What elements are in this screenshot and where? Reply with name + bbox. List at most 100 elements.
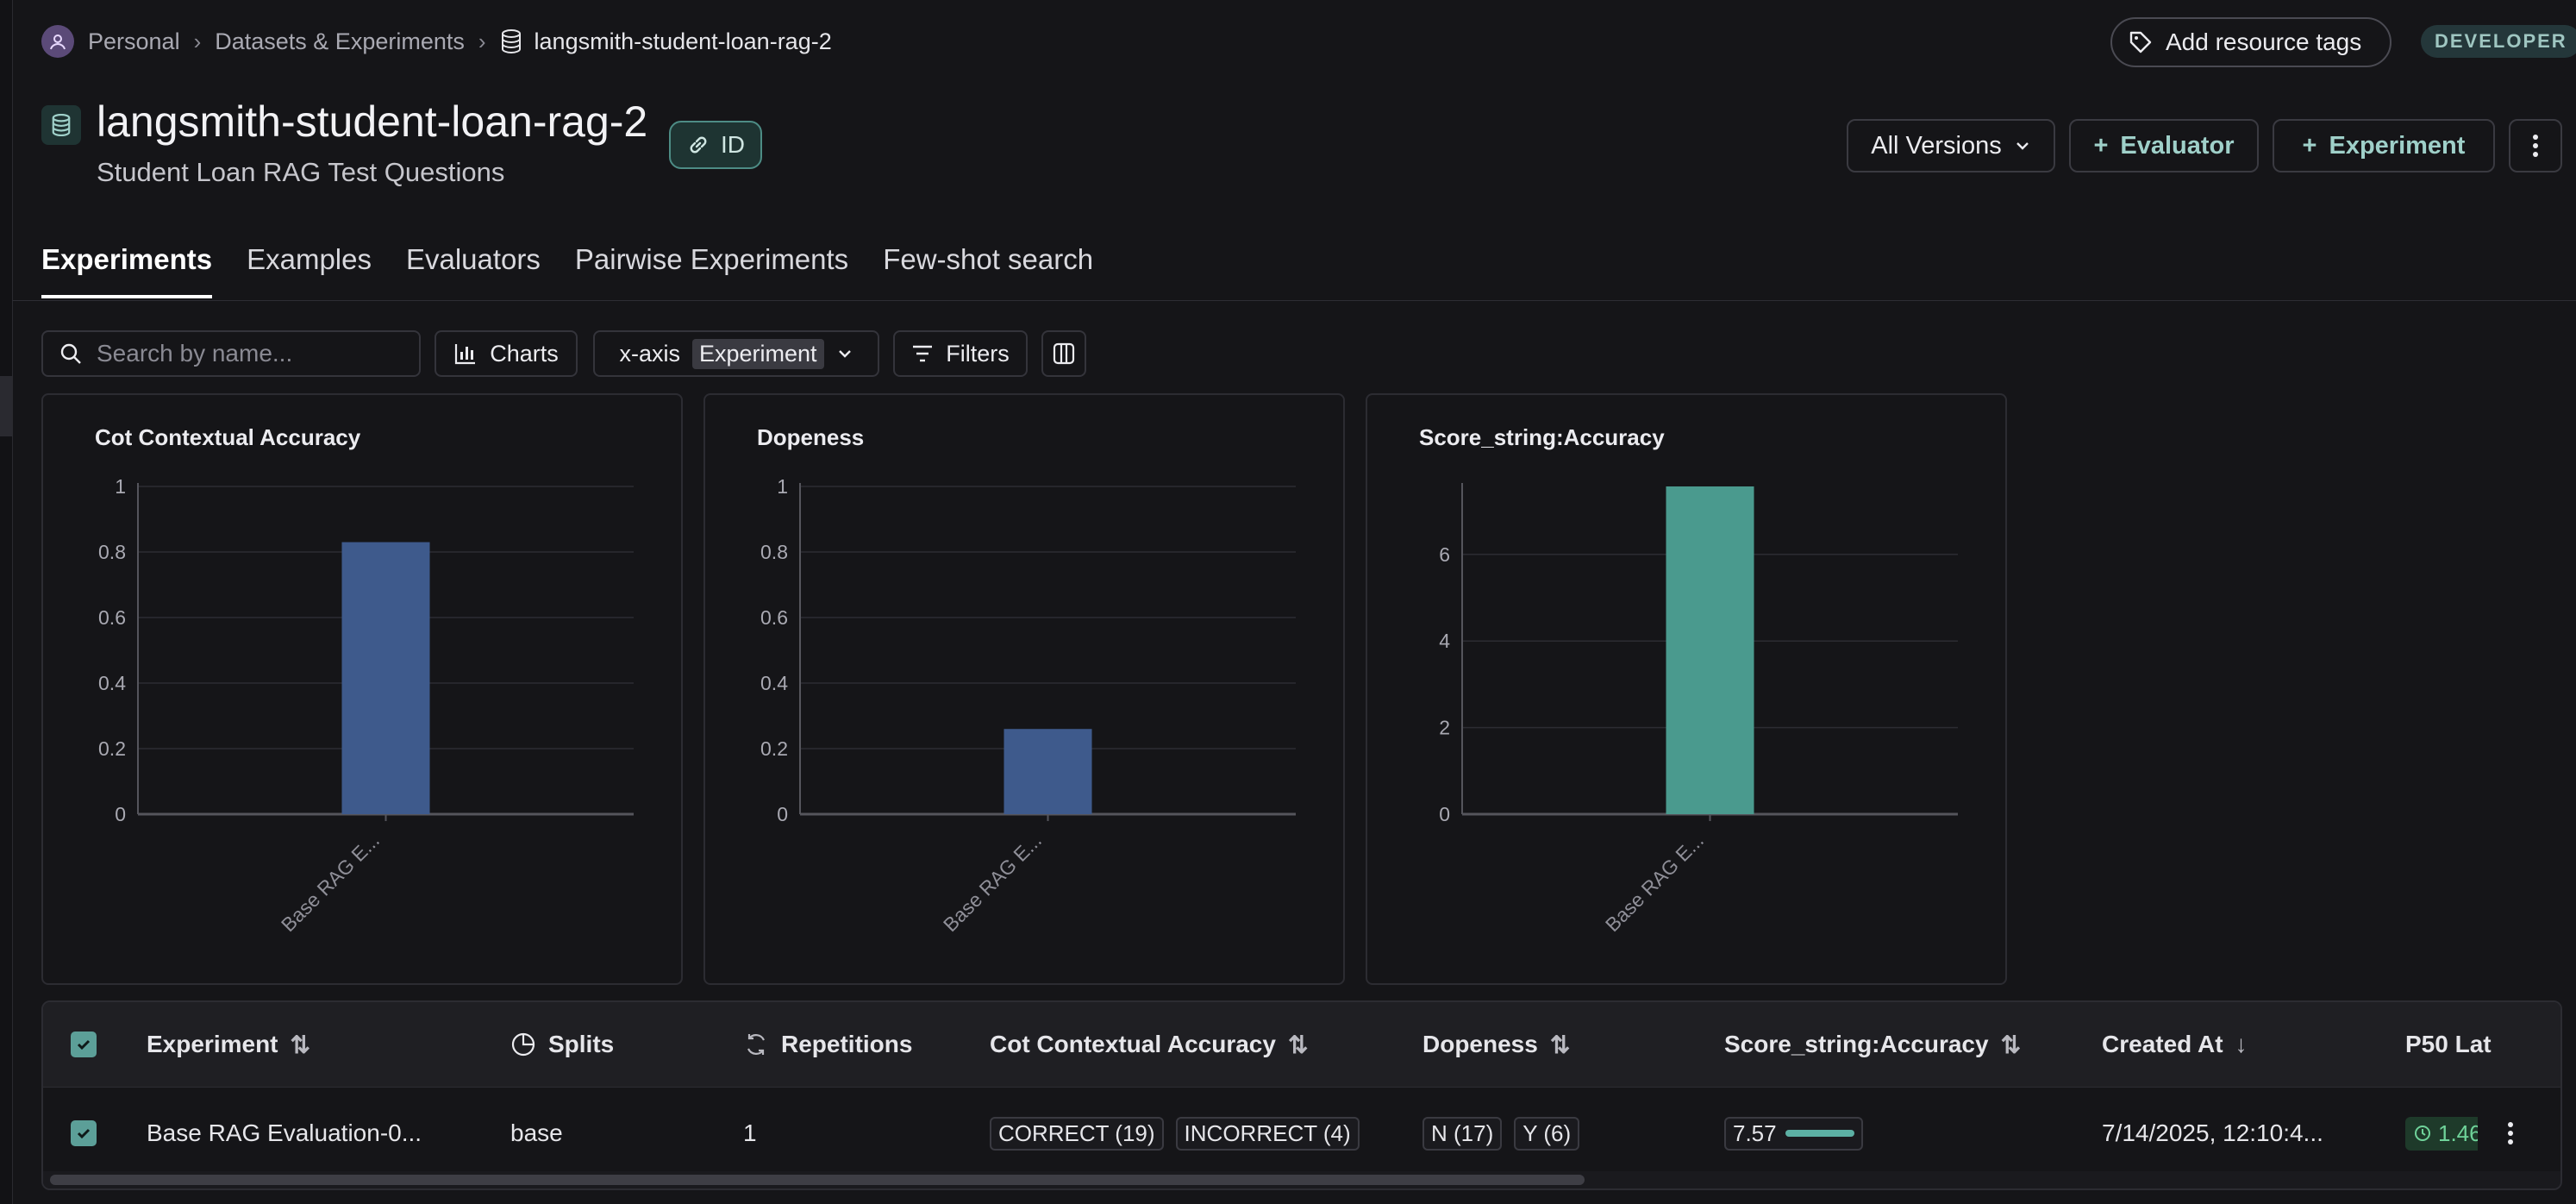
latency-badge: 1.46s bbox=[2405, 1116, 2478, 1151]
column-header-score-string-accuracy[interactable]: Score_string:Accuracy ⇅ bbox=[1724, 1002, 2021, 1087]
y-tick-label: 0.6 bbox=[760, 606, 788, 629]
more-vertical-icon bbox=[2533, 135, 2538, 157]
page-subtitle: Student Loan RAG Test Questions bbox=[97, 157, 505, 187]
cell-experiment-name[interactable]: Base RAG Evaluation-0... bbox=[147, 1087, 422, 1180]
sort-desc-icon: ↓ bbox=[2235, 1031, 2248, 1057]
tab-examples[interactable]: Examples bbox=[247, 243, 372, 298]
tab-bar: Experiments Examples Evaluators Pairwise… bbox=[41, 243, 1093, 298]
y-tick-label: 0.6 bbox=[98, 606, 126, 629]
tab-pairwise-experiments[interactable]: Pairwise Experiments bbox=[575, 243, 848, 298]
sort-icon: ⇅ bbox=[2000, 1031, 2022, 1058]
breadcrumb-current: langsmith-student-loan-rag-2 bbox=[500, 28, 832, 55]
y-tick-label: 0.8 bbox=[760, 541, 788, 563]
chevron-down-icon bbox=[2016, 142, 2029, 150]
column-header-repetitions[interactable]: Repetitions bbox=[743, 1002, 912, 1087]
tab-evaluators[interactable]: Evaluators bbox=[406, 243, 541, 298]
score-bar-fill bbox=[1785, 1130, 1854, 1137]
left-rail bbox=[0, 0, 13, 1204]
columns-button[interactable] bbox=[1041, 330, 1086, 377]
y-tick-label: 0.2 bbox=[98, 737, 126, 760]
y-tick-label: 0 bbox=[777, 803, 788, 825]
row-more-button[interactable] bbox=[2507, 1087, 2514, 1180]
y-tick-label: 6 bbox=[1439, 543, 1450, 566]
more-menu-button[interactable] bbox=[2509, 119, 2562, 172]
column-label: Score_string:Accuracy bbox=[1724, 1031, 1989, 1057]
column-header-cot-contextual-accuracy[interactable]: Cot Contextual Accuracy ⇅ bbox=[990, 1002, 1308, 1087]
select-all-checkbox[interactable] bbox=[71, 1002, 97, 1087]
copy-id-button[interactable]: ID bbox=[669, 121, 762, 169]
feedback-chip-incorrect[interactable]: INCORRECT (4) bbox=[1175, 1116, 1360, 1151]
chart-card-score-string-accuracy: Score_string:Accuracy 0 2 4 6 Base RAG E... bbox=[1366, 393, 2007, 985]
xaxis-select[interactable]: x-axis Experiment bbox=[593, 330, 879, 377]
sort-icon: ⇅ bbox=[290, 1031, 310, 1058]
filters-button[interactable]: Filters bbox=[893, 330, 1028, 377]
y-tick-label: 0.4 bbox=[98, 672, 126, 694]
columns-icon bbox=[1053, 342, 1075, 365]
filter-icon bbox=[913, 345, 933, 362]
chart-dopeness: 0 0.2 0.4 0.6 0.8 1 Base RAG E... bbox=[760, 475, 1296, 936]
bar-chart-icon bbox=[455, 344, 476, 365]
feedback-chip-y[interactable]: Y (6) bbox=[1514, 1116, 1580, 1151]
horizontal-scrollbar[interactable] bbox=[50, 1175, 1585, 1185]
row-checkbox[interactable] bbox=[71, 1087, 97, 1180]
versions-dropdown[interactable]: All Versions bbox=[1847, 119, 2055, 172]
tab-few-shot-search[interactable]: Few-shot search bbox=[883, 243, 1093, 298]
xaxis-label: x-axis bbox=[619, 340, 680, 367]
search-input[interactable]: Search by name... bbox=[41, 330, 421, 377]
experiments-table: Experiment ⇅ Splits Repetitions Cot Cont… bbox=[41, 1000, 2562, 1190]
evaluator-label: Evaluator bbox=[2120, 131, 2235, 160]
developer-badge: DEVELOPER bbox=[2421, 25, 2576, 58]
column-label: Dopeness bbox=[1422, 1031, 1538, 1057]
column-header-splits[interactable]: Splits bbox=[510, 1002, 614, 1087]
latency-value: 1.46s bbox=[2438, 1119, 2478, 1146]
search-placeholder: Search by name... bbox=[97, 340, 293, 367]
rail-handle[interactable] bbox=[0, 376, 12, 436]
chart-card-dopeness: Dopeness 0 0.2 0.4 0.6 0.8 1 Base RAG E... bbox=[703, 393, 1345, 985]
charts-toggle-button[interactable]: Charts bbox=[435, 330, 578, 377]
feedback-chip-n[interactable]: N (17) bbox=[1422, 1116, 1503, 1151]
bar bbox=[1666, 486, 1754, 814]
x-tick-label: Base RAG E... bbox=[939, 829, 1046, 936]
column-header-experiment[interactable]: Experiment ⇅ bbox=[147, 1002, 310, 1087]
sort-icon: ⇅ bbox=[1549, 1031, 1571, 1058]
search-icon bbox=[60, 343, 81, 364]
breadcrumb-section[interactable]: Datasets & Experiments bbox=[215, 28, 465, 55]
refresh-icon bbox=[747, 1034, 766, 1055]
cell-dopeness: N (17) Y (6) bbox=[1422, 1087, 1580, 1180]
y-tick-label: 1 bbox=[777, 475, 788, 498]
bar bbox=[341, 542, 430, 814]
cell-p50-latency: 1.46s bbox=[2405, 1087, 2478, 1180]
score-chip[interactable]: 7.57 bbox=[1724, 1116, 1863, 1151]
chart-cot-contextual-accuracy: 0 0.2 0.4 0.6 0.8 1 Base RAG E... bbox=[98, 475, 634, 936]
add-evaluator-button[interactable]: + Evaluator bbox=[2069, 119, 2259, 172]
column-label: Repetitions bbox=[781, 1031, 913, 1057]
cell-splits: base bbox=[510, 1119, 563, 1146]
column-label: Cot Contextual Accuracy bbox=[990, 1031, 1276, 1057]
chevron-right-icon: › bbox=[193, 28, 202, 54]
x-tick-label: Base RAG E... bbox=[1601, 829, 1708, 936]
plus-icon: + bbox=[2093, 131, 2109, 160]
score-value: 7.57 bbox=[1733, 1119, 1777, 1146]
tag-icon bbox=[2129, 31, 2152, 53]
score-bar bbox=[1785, 1130, 1854, 1137]
pie-chart-icon bbox=[511, 1032, 535, 1057]
y-tick-label: 0.4 bbox=[760, 672, 788, 694]
y-tick-label: 0 bbox=[115, 803, 126, 825]
y-tick-label: 4 bbox=[1439, 630, 1450, 652]
dataset-icon bbox=[41, 105, 81, 145]
tab-experiments[interactable]: Experiments bbox=[41, 243, 213, 298]
column-header-p50-latency[interactable]: P50 Lat bbox=[2405, 1002, 2492, 1087]
check-icon bbox=[77, 1039, 91, 1050]
breadcrumb-workspace[interactable]: Personal bbox=[88, 28, 180, 55]
add-experiment-button[interactable]: + Experiment bbox=[2273, 119, 2495, 172]
feedback-chip-correct[interactable]: CORRECT (19) bbox=[990, 1116, 1164, 1151]
column-header-dopeness[interactable]: Dopeness ⇅ bbox=[1422, 1002, 1570, 1087]
cell-cot-contextual-accuracy: CORRECT (19) INCORRECT (4) bbox=[990, 1087, 1395, 1180]
sort-icon: ⇅ bbox=[1287, 1031, 1309, 1058]
add-resource-tags-button[interactable]: Add resource tags bbox=[2110, 17, 2392, 67]
column-label: Created At bbox=[2102, 1031, 2223, 1057]
x-tick-label: Base RAG E... bbox=[277, 829, 384, 936]
tabs-divider bbox=[12, 300, 2576, 301]
column-header-created-at[interactable]: Created At ↓ bbox=[2102, 1002, 2248, 1087]
y-tick-label: 0 bbox=[1439, 803, 1450, 825]
